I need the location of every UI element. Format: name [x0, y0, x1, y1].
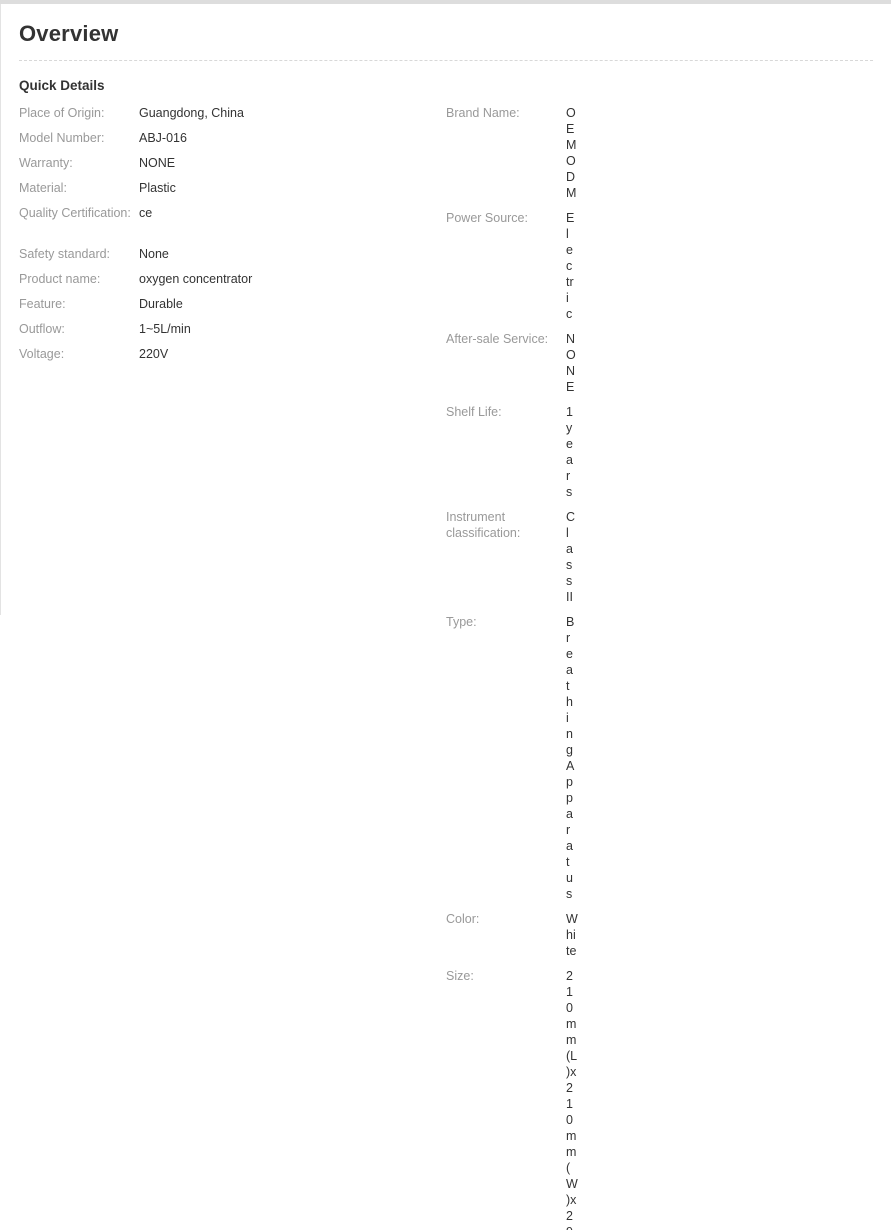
attr-label: Type:	[446, 615, 477, 629]
attr-value: Class II	[566, 510, 576, 604]
section-title-quick-details: Quick Details	[19, 78, 105, 93]
attr-value: Breathing Apparatus	[566, 615, 575, 901]
quick-details-columns: Place of Origin: Guangdong, China Model …	[19, 105, 873, 1230]
attr-value: NONE	[566, 332, 576, 394]
attr-value: OEM ODM	[566, 106, 577, 200]
attr-value: 210mm(L)x210mm(W)x290mm(H)	[566, 969, 578, 1230]
attr-value: White	[566, 912, 578, 958]
attr-label: Shelf Life:	[446, 405, 502, 419]
attr-label: Size:	[446, 969, 474, 983]
attr-value: Electric	[566, 211, 575, 321]
attr-label: Power Source:	[446, 211, 528, 225]
divider-below-title	[19, 60, 873, 61]
attr-label: Color:	[446, 912, 480, 926]
page-title: Overview	[19, 21, 119, 46]
attr-label: Instrument classification:	[446, 510, 521, 540]
attr-value: 1years	[566, 405, 573, 499]
quick-details-right-column: Brand Name: OEM ODM Power Source: Electr…	[0, 105, 578, 1230]
overview-panel: Overview Quick Details Place of Origin: …	[1, 4, 891, 1230]
attr-label: After-sale Service:	[446, 332, 549, 346]
attr-label: Brand Name:	[446, 106, 520, 120]
